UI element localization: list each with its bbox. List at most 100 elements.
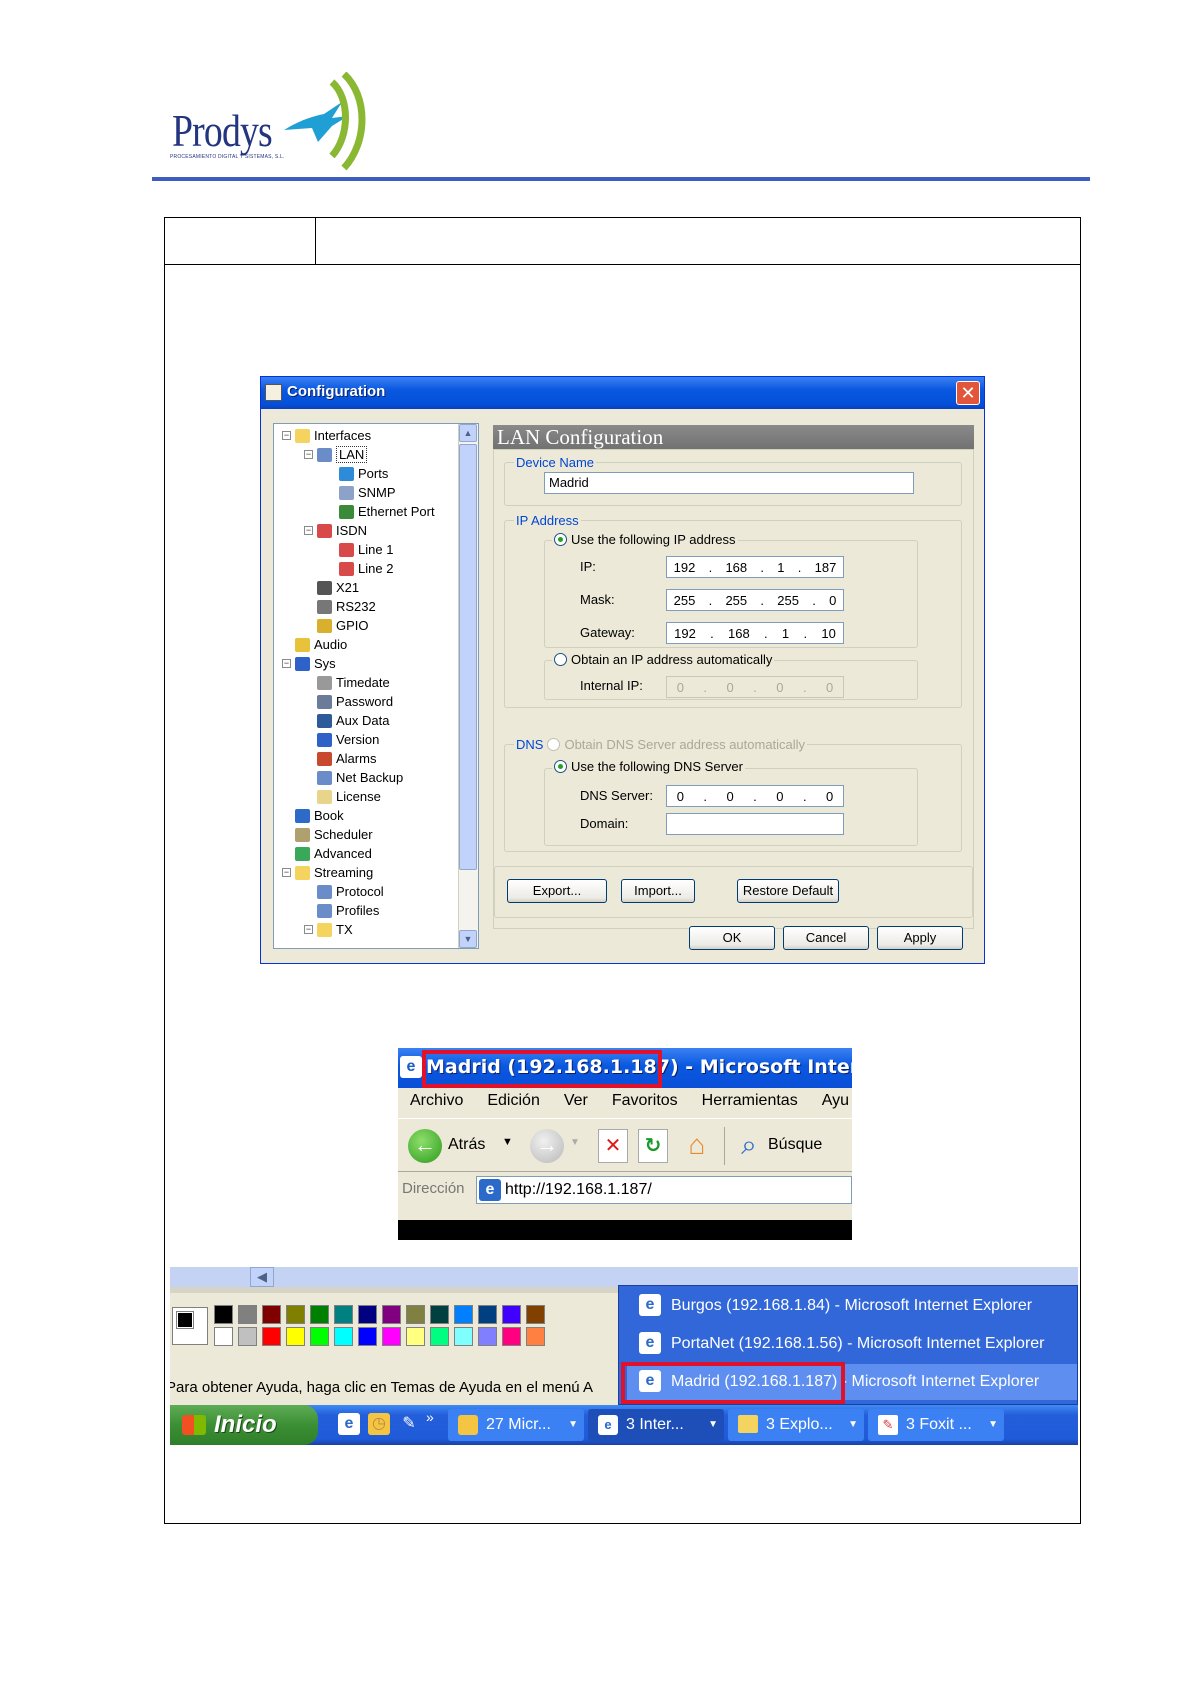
mask-field[interactable]: 255. 255. 255. 0 [666, 589, 844, 611]
tree-item[interactable]: − TX [304, 920, 353, 939]
popup-item-portanet[interactable]: e PortaNet (192.168.1.56) - Microsoft In… [627, 1326, 1077, 1362]
scroll-up-icon[interactable]: ▲ [459, 424, 477, 442]
tree-item[interactable]: Password [304, 692, 393, 711]
collapse-toggle-icon[interactable]: − [282, 868, 291, 877]
ie-menu-item[interactable]: Ayu [810, 1088, 852, 1116]
tree-item[interactable]: Aux Data [304, 711, 389, 730]
back-label[interactable]: Atrás [448, 1136, 485, 1154]
tree-item[interactable]: − ISDN [304, 521, 367, 540]
ie-menu-item[interactable]: Archivo [398, 1088, 475, 1116]
task-foxit[interactable]: ✎ 3 Foxit ... ▼ [868, 1409, 1004, 1441]
ip-field[interactable]: 192. 168. 1. 187 [666, 556, 844, 578]
ok-button[interactable]: OK [689, 926, 775, 950]
ie-menu-item[interactable]: Edición [475, 1088, 551, 1116]
forward-arrow-icon[interactable]: → [530, 1129, 564, 1163]
palette-color-swatch[interactable] [526, 1327, 545, 1346]
task-explorer[interactable]: 3 Explo... ▼ [728, 1409, 864, 1441]
search-icon[interactable]: ⌕ [732, 1129, 766, 1163]
cancel-button[interactable]: Cancel [783, 926, 869, 950]
scroll-left-icon[interactable]: ◀ [250, 1267, 274, 1287]
palette-color-swatch[interactable] [334, 1305, 353, 1324]
task-internet-explorer[interactable]: e 3 Inter... ▼ [588, 1409, 724, 1441]
home-icon[interactable]: ⌂ [680, 1129, 714, 1163]
task-microsoft[interactable]: 27 Micr... ▼ [448, 1409, 584, 1441]
ie-quicklaunch-icon[interactable]: e [338, 1413, 360, 1435]
gateway-field[interactable]: 192. 168. 1. 10 [666, 622, 844, 644]
palette-color-swatch[interactable] [430, 1327, 449, 1346]
clock-quicklaunch-icon[interactable]: ◷ [368, 1413, 390, 1435]
import-button[interactable]: Import... [621, 879, 695, 903]
tree-scrollbar[interactable]: ▲ ▼ [458, 424, 478, 948]
obtain-ip-auto-option[interactable]: Obtain an IP address automatically [552, 652, 775, 667]
tree-item[interactable]: − LAN [304, 445, 368, 464]
scroll-down-icon[interactable]: ▼ [459, 930, 477, 948]
tree-item[interactable]: Ports [326, 464, 388, 483]
use-static-ip-option[interactable]: Use the following IP address [552, 532, 738, 547]
collapse-toggle-icon[interactable]: − [282, 659, 291, 668]
apply-button[interactable]: Apply [877, 926, 963, 950]
auto-ip-radio[interactable] [554, 653, 567, 666]
tree-item[interactable]: − Interfaces [282, 426, 371, 445]
tree-item[interactable]: License [304, 787, 381, 806]
palette-color-swatch[interactable] [286, 1305, 305, 1324]
close-button[interactable]: ✕ [956, 381, 980, 405]
tree-item[interactable]: Line 2 [326, 559, 393, 578]
palette-color-swatch[interactable] [238, 1305, 257, 1324]
tool-quicklaunch-icon[interactable]: ✎ [398, 1413, 420, 1435]
quicklaunch-chevron-icon[interactable]: » [426, 1409, 434, 1425]
palette-color-swatch[interactable] [430, 1305, 449, 1324]
ie-menu-item[interactable]: Herramientas [690, 1088, 810, 1116]
restore-default-button[interactable]: Restore Default [737, 879, 839, 903]
tree-item[interactable]: − Streaming [282, 863, 373, 882]
tree-item[interactable]: Profiles [304, 901, 379, 920]
back-arrow-icon[interactable]: ← [408, 1129, 442, 1163]
scroll-thumb[interactable] [459, 444, 477, 870]
collapse-toggle-icon[interactable]: − [304, 450, 313, 459]
export-button[interactable]: Export... [507, 879, 607, 903]
tree-item[interactable]: Timedate [304, 673, 390, 692]
palette-color-swatch[interactable] [286, 1327, 305, 1346]
current-colors[interactable] [172, 1307, 208, 1345]
palette-color-swatch[interactable] [262, 1327, 281, 1346]
palette-color-swatch[interactable] [406, 1327, 425, 1346]
tree-item[interactable]: Alarms [304, 749, 376, 768]
tree-item[interactable]: Book [282, 806, 344, 825]
palette-color-swatch[interactable] [238, 1327, 257, 1346]
palette-color-swatch[interactable] [358, 1327, 377, 1346]
tree-item[interactable]: Line 1 [326, 540, 393, 559]
dns-server-field[interactable]: 0. 0. 0. 0 [666, 785, 844, 807]
tree-item[interactable]: X21 [304, 578, 359, 597]
palette-color-swatch[interactable] [502, 1327, 521, 1346]
tree-item[interactable]: GPIO [304, 616, 369, 635]
tree-item[interactable]: Audio [282, 635, 347, 654]
palette-color-swatch[interactable] [310, 1305, 329, 1324]
palette-color-swatch[interactable] [214, 1327, 233, 1346]
palette-color-swatch[interactable] [310, 1327, 329, 1346]
ie-menu-item[interactable]: Ver [552, 1088, 600, 1116]
tree-item[interactable]: Net Backup [304, 768, 403, 787]
tree-item[interactable]: − Sys [282, 654, 336, 673]
forward-dropdown-icon[interactable]: ▼ [570, 1137, 580, 1148]
tree-item[interactable]: Scheduler [282, 825, 373, 844]
palette-color-swatch[interactable] [406, 1305, 425, 1324]
palette-color-swatch[interactable] [454, 1327, 473, 1346]
back-dropdown-icon[interactable]: ▼ [502, 1136, 513, 1148]
collapse-toggle-icon[interactable]: − [304, 526, 313, 535]
dns-static-radio[interactable] [554, 760, 567, 773]
refresh-icon[interactable]: ↻ [638, 1129, 668, 1163]
palette-color-swatch[interactable] [502, 1305, 521, 1324]
static-ip-radio[interactable] [554, 533, 567, 546]
use-dns-server-option[interactable]: Use the following DNS Server [552, 759, 745, 774]
palette-color-swatch[interactable] [526, 1305, 545, 1324]
palette-color-swatch[interactable] [334, 1327, 353, 1346]
tree-item[interactable]: SNMP [326, 483, 396, 502]
ie-menu-item[interactable]: Favoritos [600, 1088, 690, 1116]
palette-color-swatch[interactable] [478, 1327, 497, 1346]
tree-item[interactable]: RS232 [304, 597, 376, 616]
popup-item-burgos[interactable]: e Burgos (192.168.1.84) - Microsoft Inte… [627, 1288, 1077, 1324]
palette-color-swatch[interactable] [454, 1305, 473, 1324]
palette-color-swatch[interactable] [262, 1305, 281, 1324]
ie-title-bar[interactable]: e Madrid (192.168.1.187) - Microsoft Int… [398, 1048, 852, 1088]
palette-color-swatch[interactable] [382, 1305, 401, 1324]
search-label[interactable]: Búsque [768, 1136, 822, 1154]
